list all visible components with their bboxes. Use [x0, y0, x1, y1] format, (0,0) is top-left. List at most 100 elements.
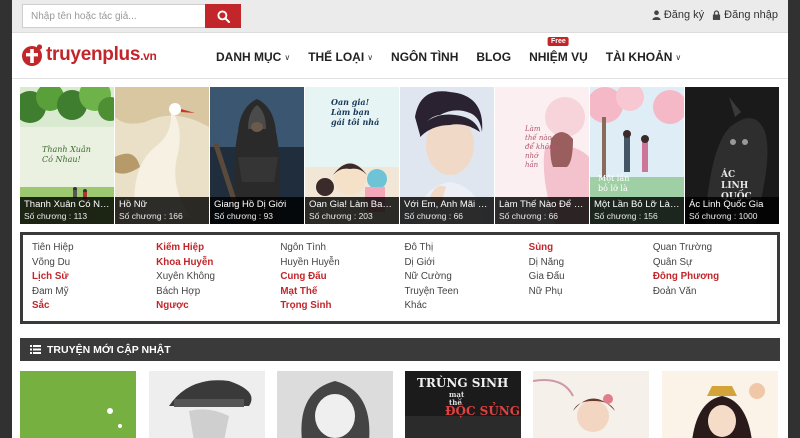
nav-label: NHIỆM VỤ: [529, 50, 588, 64]
genre-link[interactable]: Nữ Cường: [404, 270, 528, 285]
genre-link[interactable]: Đông Phương: [653, 270, 777, 285]
genre-link[interactable]: Sắc: [32, 299, 156, 314]
cover-title: Làm Thế Nào Để K...: [499, 199, 585, 210]
genre-link[interactable]: Bách Hợp: [156, 285, 280, 300]
genre-link[interactable]: Cung Đấu: [280, 270, 404, 285]
nav-label: NGÔN TÌNH: [391, 50, 459, 64]
cover-caption: Với Em, Anh Mãi L... Số chương : 66: [400, 197, 494, 224]
login-label: Đăng nhập: [724, 9, 778, 21]
cover-title: Một Lần Bỏ Lỡ Là ...: [594, 199, 680, 210]
cover-title: Với Em, Anh Mãi L...: [404, 199, 490, 210]
register-link[interactable]: Đăng ký: [652, 9, 704, 21]
genre-link[interactable]: Ngược: [156, 299, 280, 314]
genre-link[interactable]: Nữ Phụ: [529, 285, 653, 300]
genre-link[interactable]: Trọng Sinh: [280, 299, 404, 314]
cover-art-text: LINH: [721, 181, 749, 191]
genre-link[interactable]: Khác: [404, 299, 528, 314]
genre-link[interactable]: Sủng: [529, 241, 653, 256]
cover-caption: Một Lần Bỏ Lỡ Là ... Số chương : 156: [590, 197, 684, 224]
thumb-image: [20, 371, 136, 438]
genre-link[interactable]: Truyện Teen: [404, 285, 528, 300]
genre-link[interactable]: Đoản Văn: [653, 285, 777, 300]
latest-book-thumb[interactable]: TRÙNG SINH mạt thế ĐỘC SỦNG: [405, 371, 521, 438]
genre-link[interactable]: Dị Năng: [529, 256, 653, 271]
genre-link[interactable]: Đam Mỹ: [32, 285, 156, 300]
cover-art-text: Oan gia!: [331, 97, 370, 107]
book-cover[interactable]: Oan gia! Làm bạn gái tôi nhá Oan Gia! Làm B…: [305, 87, 399, 224]
nav-label: TÀI KHOẢN: [605, 50, 673, 64]
genre-link[interactable]: Khoa Huyễn: [156, 256, 280, 271]
genre-link[interactable]: Đô Thị: [404, 241, 528, 256]
cover-chapters: Số chương : 113: [24, 211, 88, 221]
site-logo[interactable]: truyenplus.vn: [20, 43, 157, 67]
cover-caption: Oan Gia! Làm Ban ... Số chương : 203: [305, 197, 399, 224]
nav-item-2[interactable]: NGÔN TÌNH: [382, 50, 467, 64]
cover-chapters: Số chương : 66: [404, 211, 464, 221]
book-cover[interactable]: Giang Hồ Dị Giới Số chương : 93: [210, 87, 304, 224]
book-cover[interactable]: Thanh Xuân Có Nhau! Thanh Xuân Có Nh... Số …: [20, 87, 114, 224]
latest-book-thumb[interactable]: [533, 371, 649, 438]
genre-link[interactable]: Xuyên Không: [156, 270, 280, 285]
cover-caption: Làm Thế Nào Để K... Số chương : 66: [495, 197, 589, 224]
cover-title: Giang Hồ Dị Giới: [214, 199, 287, 210]
genre-link[interactable]: Lịch Sử: [32, 270, 156, 285]
cover-chapters: Số chương : 203: [309, 211, 373, 221]
list-icon: [30, 345, 41, 354]
top-bar: Đăng ký Đăng nhập: [12, 0, 788, 33]
featured-covers: Thanh Xuân Có Nhau! Thanh Xuân Có Nh... Số …: [20, 87, 780, 224]
genre-link[interactable]: Dị Giới: [404, 256, 528, 271]
genre-link[interactable]: Ngôn Tình: [280, 241, 404, 256]
cover-art-text: hắn: [525, 160, 539, 169]
genre-link[interactable]: Mạt Thế: [280, 285, 404, 300]
cover-art-text: Một lần: [598, 174, 629, 183]
nav-label: BLOG: [476, 50, 512, 64]
book-cover[interactable]: Làm thế nào để không nhớ hắn Làm Thế Nào Để K…: [495, 87, 589, 224]
genre-link[interactable]: Quan Trường: [653, 241, 777, 256]
cover-caption: Ác Linh Quốc Gia Số chương : 1000: [685, 197, 779, 224]
book-cover[interactable]: Hồ Nữ Số chương : 166: [115, 87, 209, 224]
latest-book-thumb[interactable]: [149, 371, 265, 438]
register-label: Đăng ký: [663, 9, 705, 21]
nav-item-5[interactable]: TÀI KHOẢN ∨: [597, 50, 691, 64]
nav-item-3[interactable]: BLOG: [467, 50, 520, 64]
login-link[interactable]: Đăng nhập: [712, 9, 778, 21]
chevron-down-icon: ∨: [675, 52, 682, 62]
latest-book-thumb[interactable]: [20, 371, 136, 438]
thumb-image: [149, 371, 265, 438]
nav-label: DANH MỤC: [216, 50, 282, 64]
genre-link[interactable]: Võng Du: [32, 256, 156, 271]
cover-art-text: ÁC: [720, 168, 735, 180]
cover-title: Ác Linh Quốc Gia: [689, 199, 764, 210]
nav-item-1[interactable]: THỂ LOẠI ∨: [299, 50, 382, 64]
genre-grid: Tiên Hiệp Võng Du Lịch Sử Đam Mỹ Sắc Kiếm Hiệ…: [23, 241, 777, 314]
latest-updates-heading: TRUYỆN MỚI CẬP NHẬT: [20, 338, 780, 361]
book-cover[interactable]: Một lần bỏ lỡ là Một Lần Bỏ Lỡ Là ... Số ch…: [590, 87, 684, 224]
nav-item-4[interactable]: Free NHIỆM VỤ: [520, 37, 597, 64]
book-cover[interactable]: Với Em, Anh Mãi L... Số chương : 66: [400, 87, 494, 224]
chevron-down-icon: ∨: [284, 52, 291, 62]
nav-item-0[interactable]: DANH MỤC ∨: [207, 50, 299, 64]
genre-link[interactable]: Quân Sự: [653, 256, 777, 271]
main-nav: DANH MỤC ∨ THỂ LOẠI ∨ NGÔN TÌNH BLOG Free NHIỆM…: [207, 37, 691, 64]
cover-art-text: gái tôi nhá: [331, 117, 379, 127]
cover-art-text: nhớ: [525, 152, 539, 160]
thumb-image: TRÙNG SINHmạtthếĐỘC SỦNG: [405, 371, 521, 438]
genre-link[interactable]: Kiếm Hiệp: [156, 241, 280, 256]
thumb-image: [277, 371, 393, 438]
cover-art-text: Thanh Xuân: [42, 145, 91, 154]
latest-book-thumb[interactable]: [662, 371, 778, 438]
book-cover[interactable]: ÁCLINHQUỐCÁc Linh Quốc GiaSố chương : 10…: [685, 87, 779, 224]
genre-link[interactable]: Gia Đấu: [529, 270, 653, 285]
search-input[interactable]: [22, 4, 205, 28]
latest-book-thumb[interactable]: [277, 371, 393, 438]
search-button[interactable]: [205, 4, 241, 28]
genre-box: Tiên Hiệp Võng Du Lịch Sử Đam Mỹ Sắc Kiếm Hiệ…: [20, 232, 780, 324]
genre-link[interactable]: Huyền Huyễn: [280, 256, 404, 271]
genre-link[interactable]: Tiên Hiệp: [32, 241, 156, 256]
cover-caption: Thanh Xuân Có Nh... Số chương : 113: [20, 197, 114, 224]
thumb-image: [533, 371, 649, 438]
cover-art-text: Có Nhau!: [42, 155, 81, 164]
cover-art-text: Làm: [524, 125, 541, 133]
latest-thumbs: TRÙNG SINH mạt thế ĐỘC SỦNG: [20, 371, 780, 438]
section-title: TRUYỆN MỚI CẬP NHẬT: [47, 343, 171, 356]
